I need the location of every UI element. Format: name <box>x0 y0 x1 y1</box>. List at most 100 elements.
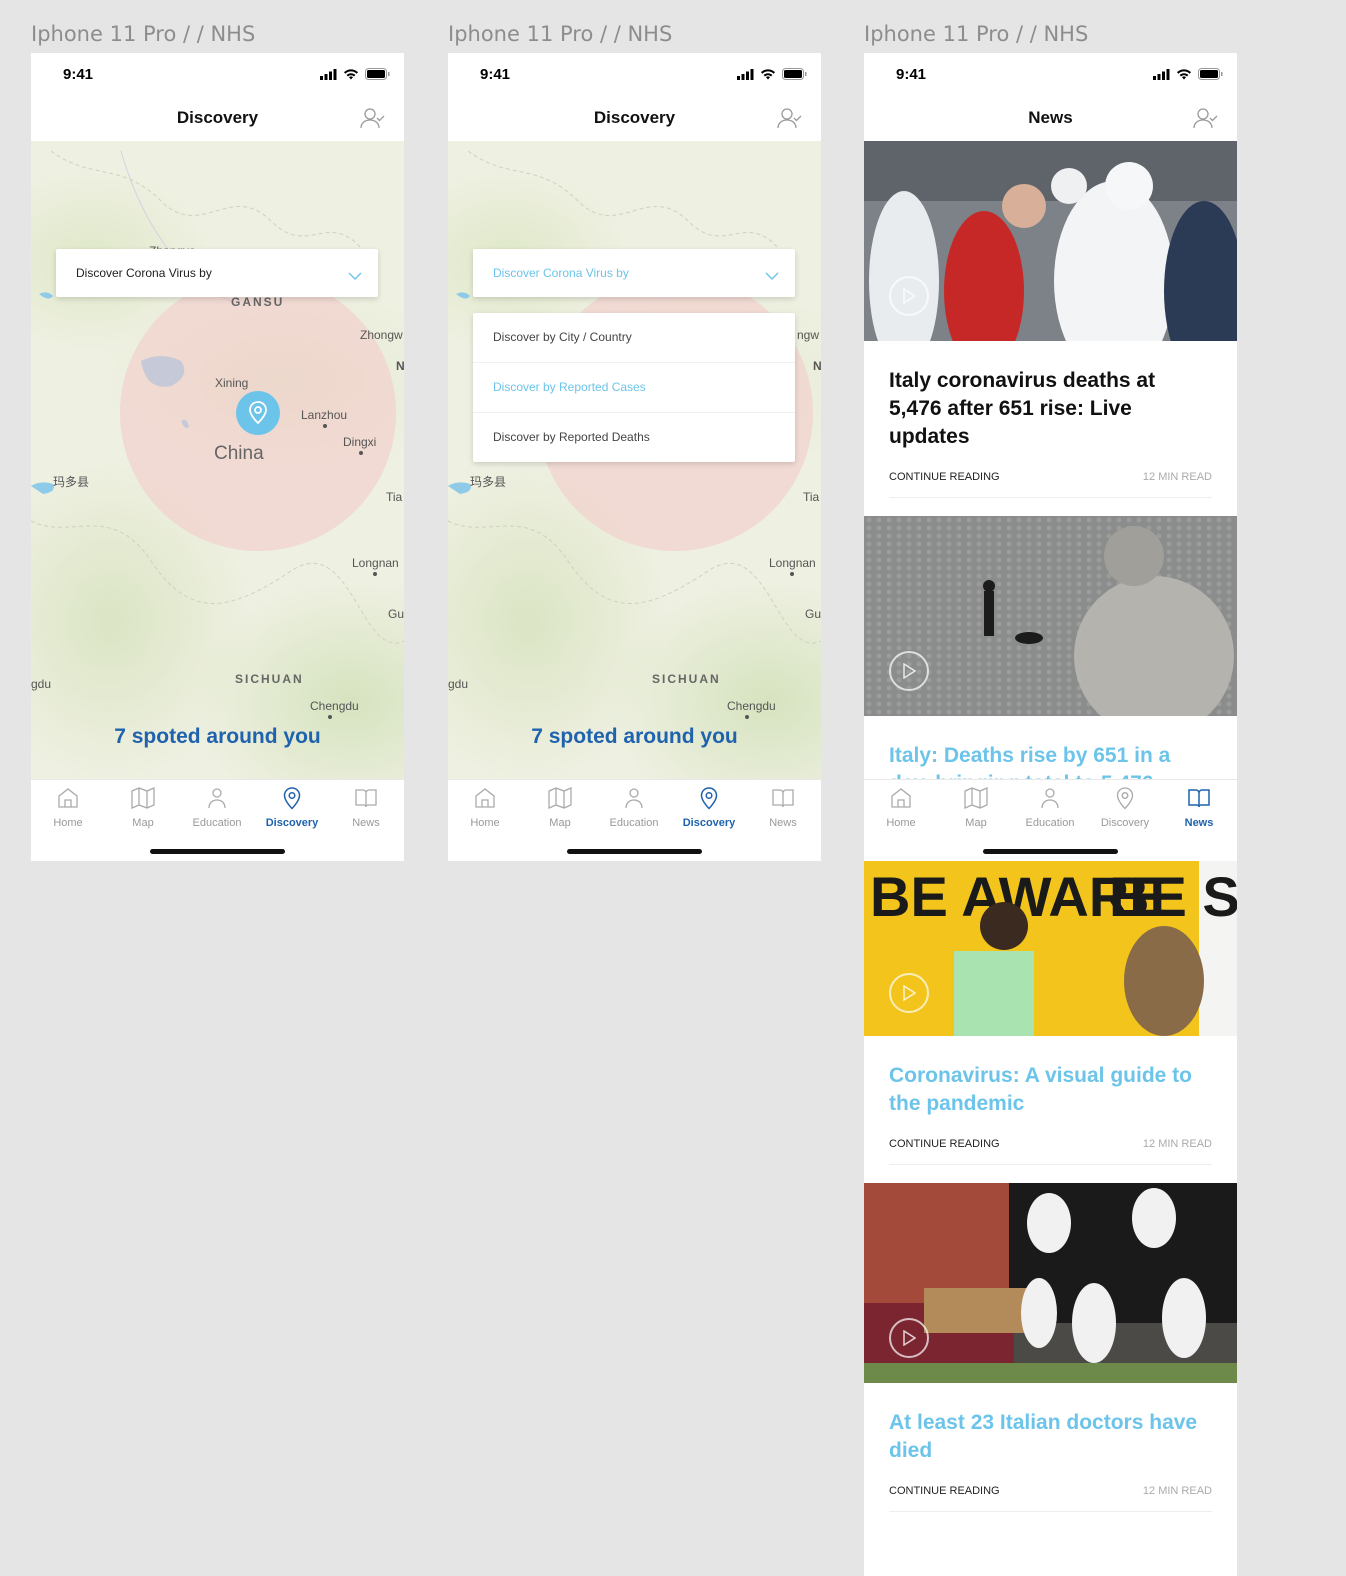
person-icon <box>208 788 226 809</box>
user-check-icon[interactable] <box>1193 106 1219 135</box>
status-bar: 9:41 <box>31 53 404 97</box>
spotted-count: 7 spoted around you <box>114 725 321 748</box>
discover-by-dropdown[interactable]: Discover Corona Virus by <box>473 249 795 297</box>
play-icon[interactable] <box>889 973 929 1013</box>
tab-discovery[interactable]: Discovery <box>1088 786 1162 829</box>
divider <box>889 497 1212 498</box>
person-icon <box>625 788 643 809</box>
map-label: gdu <box>448 677 469 691</box>
signal-icon <box>1153 68 1170 80</box>
status-bar: 9:41 <box>864 53 1237 97</box>
play-icon[interactable] <box>889 651 929 691</box>
map-label: Zhongw <box>360 328 403 342</box>
map-icon <box>131 787 155 809</box>
tab-label: Home <box>470 817 500 829</box>
tab-label: Education <box>192 817 242 829</box>
article-image[interactable]: BE AWARE BE SAFE <box>864 861 1237 1036</box>
map-label: Gu <box>805 607 821 621</box>
dropdown-label: Discover Corona Virus by <box>76 266 212 280</box>
menu-item-reported-cases[interactable]: Discover by Reported Cases <box>473 363 795 413</box>
tab-education[interactable]: Education <box>180 786 254 829</box>
map-label: SICHUAN <box>652 672 721 686</box>
article-image[interactable] <box>864 516 1237 716</box>
map-label: Dingxi <box>343 435 377 449</box>
map-icon <box>548 787 572 809</box>
tab-label: Discovery <box>265 817 319 829</box>
battery-icon <box>1198 68 1223 80</box>
map-label: Chengdu <box>310 699 359 713</box>
book-icon <box>1188 789 1210 808</box>
status-time: 9:41 <box>63 66 94 83</box>
map-label: Xining <box>215 376 249 390</box>
location-pin-icon[interactable] <box>236 391 280 435</box>
map-label: Chengdu <box>727 699 776 713</box>
map-label: Tia <box>386 490 403 504</box>
tab-bar: Home Map Education Discovery News <box>448 779 821 861</box>
tab-news[interactable]: News <box>746 786 820 829</box>
status-time: 9:41 <box>896 66 927 83</box>
map-label: Lanzhou <box>301 408 348 422</box>
frame-label: Iphone 11 Pro / / NHS <box>864 22 1089 46</box>
play-icon[interactable] <box>889 276 929 316</box>
news-feed[interactable]: Italy coronavirus deaths at 5,476 after … <box>864 141 1237 798</box>
phone-discovery-menu-open: 9:41 Discovery ngw N Xining Lanzhou Ding… <box>448 53 821 861</box>
home-indicator <box>150 849 285 854</box>
tab-label: Education <box>609 817 659 829</box>
book-icon <box>772 789 794 808</box>
nav-bar: Discovery <box>31 97 404 141</box>
tab-education[interactable]: Education <box>1013 786 1087 829</box>
user-check-icon[interactable] <box>360 106 386 135</box>
tab-map[interactable]: Map <box>106 786 180 829</box>
article-title[interactable]: Coronavirus: A visual guide to the pande… <box>864 1036 1237 1118</box>
photo-illustration: BE AWARE BE SAFE <box>864 861 1237 1036</box>
map-label: GANSU <box>231 295 285 309</box>
tab-label: Map <box>132 817 154 829</box>
tab-discovery[interactable]: Discovery <box>255 786 329 829</box>
discover-by-dropdown[interactable]: Discover Corona Virus by <box>56 249 378 297</box>
nav-bar: News <box>864 97 1237 141</box>
tab-label: Discovery <box>682 817 736 829</box>
map-label: SICHUAN <box>235 672 304 686</box>
tab-news[interactable]: News <box>329 786 403 829</box>
tab-home[interactable]: Home <box>448 786 522 829</box>
page-title: News <box>1028 108 1073 127</box>
home-icon <box>891 788 911 808</box>
read-time: 12 MIN READ <box>1142 1485 1212 1497</box>
dropdown-label: Discover Corona Virus by <box>493 266 629 280</box>
continue-reading-link[interactable]: CONTINUE READING <box>889 471 1000 483</box>
chevron-down-icon <box>765 267 779 285</box>
tab-map[interactable]: Map <box>523 786 597 829</box>
article-image[interactable] <box>864 141 1237 341</box>
news-feed-continued[interactable]: BE AWARE BE SAFE Coronavirus: A visual g… <box>864 861 1237 1576</box>
tab-education[interactable]: Education <box>597 786 671 829</box>
article-image[interactable] <box>864 1183 1237 1383</box>
city-dot <box>745 715 749 719</box>
status-time: 9:41 <box>480 66 511 83</box>
tab-news[interactable]: News <box>1162 786 1236 829</box>
frame-label: Iphone 11 Pro / / NHS <box>448 22 673 46</box>
map-view[interactable]: ngw N Xining Lanzhou Dingxi China 玛多县 Ti… <box>448 141 821 779</box>
city-dot <box>328 715 332 719</box>
read-time: 12 MIN READ <box>1142 1138 1212 1150</box>
play-icon[interactable] <box>889 1318 929 1358</box>
location-icon <box>283 787 301 810</box>
map-label: gdu <box>31 677 52 691</box>
continue-reading-link[interactable]: CONTINUE READING <box>889 1485 1000 1497</box>
user-check-icon[interactable] <box>777 106 803 135</box>
tab-label: Map <box>965 817 987 829</box>
tab-label: News <box>1184 817 1214 829</box>
menu-item-city-country[interactable]: Discover by City / Country <box>473 313 795 363</box>
location-icon <box>1116 787 1134 810</box>
tab-map[interactable]: Map <box>939 786 1013 829</box>
tab-label: Home <box>53 817 83 829</box>
article-title[interactable]: At least 23 Italian doctors have died <box>864 1383 1237 1465</box>
wifi-icon <box>1177 68 1191 79</box>
tab-discovery[interactable]: Discovery <box>672 786 746 829</box>
continue-reading-link[interactable]: CONTINUE READING <box>889 1138 1000 1150</box>
tab-home[interactable]: Home <box>31 786 105 829</box>
tab-home[interactable]: Home <box>864 786 938 829</box>
map-label: N <box>396 359 404 373</box>
article-title[interactable]: Italy coronavirus deaths at 5,476 after … <box>864 341 1237 451</box>
map-view[interactable]: Zhangye GANSU Zhongw N Xining Lanzhou Di… <box>31 141 404 779</box>
menu-item-reported-deaths[interactable]: Discover by Reported Deaths <box>473 413 795 462</box>
